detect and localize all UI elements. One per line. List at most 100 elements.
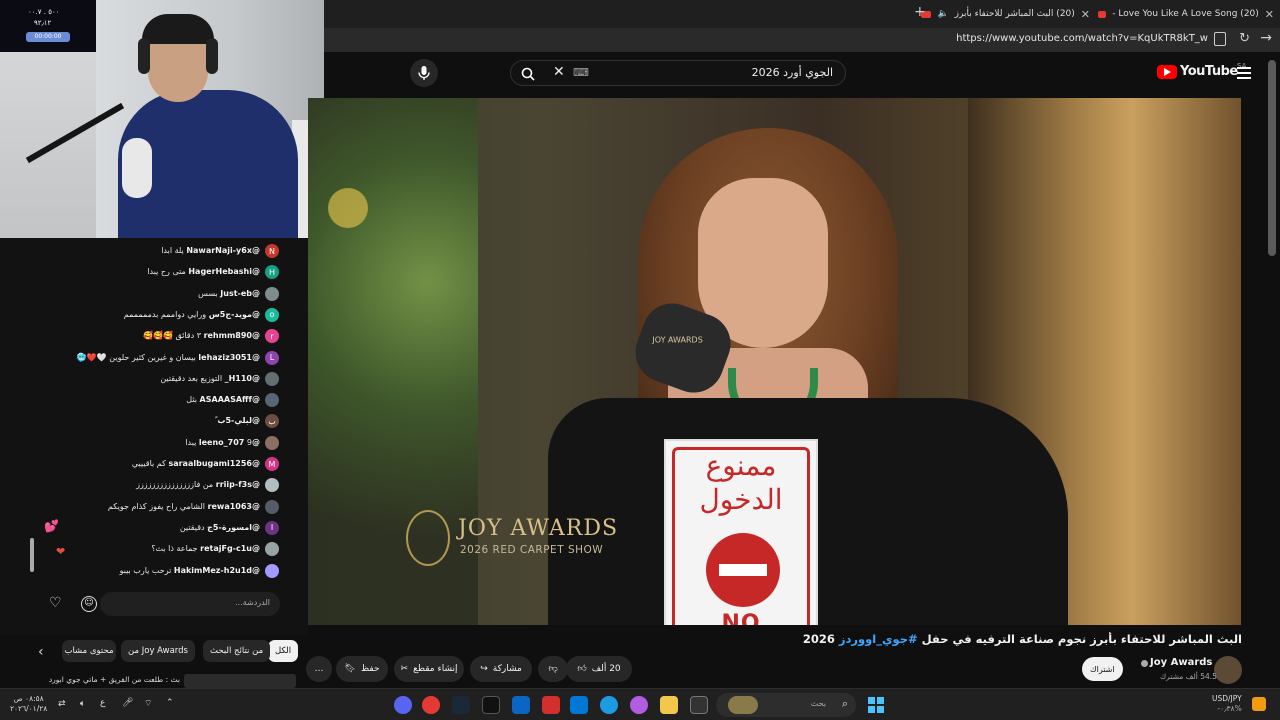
windows-start-icon[interactable]: [868, 697, 884, 713]
search-input[interactable]: الجوي أورد 2026: [752, 66, 833, 79]
emoji-icon[interactable]: ☺: [81, 596, 97, 612]
tab-title: (20) البث المباشر للاحتفاء بأبرز: [954, 9, 1075, 19]
chat-avatar[interactable]: N: [265, 244, 279, 258]
new-tab-button[interactable]: +: [914, 4, 926, 20]
chat-avatar[interactable]: H: [265, 265, 279, 280]
chat-avatar[interactable]: [265, 499, 279, 514]
task-view-icon[interactable]: [690, 696, 708, 714]
chat-username[interactable]: @لبلي-5ب: [217, 416, 260, 425]
language-indicator[interactable]: ع: [100, 698, 105, 708]
chat-avatar[interactable]: [265, 478, 279, 493]
channel-name[interactable]: Joy Awards: [1150, 657, 1212, 668]
chat-avatar[interactable]: I: [265, 520, 279, 535]
mic-flag-label: JOY AWARDS: [652, 335, 703, 345]
file-explorer-icon[interactable]: [660, 696, 678, 714]
chip-all[interactable]: الكل: [268, 640, 299, 662]
keyboard-icon[interactable]: ⌨: [573, 66, 589, 79]
close-tab-icon[interactable]: ✕: [1265, 8, 1274, 21]
share-button[interactable]: مشاركة ↪: [470, 656, 532, 682]
tab-title: (20) Love You Like A Love Song -: [1112, 9, 1259, 19]
store-icon[interactable]: [570, 696, 588, 714]
title-hashtag-link[interactable]: #جوي_اووردز: [839, 632, 918, 646]
chip-joy-awards[interactable]: من Joy Awards: [121, 640, 195, 662]
chat-avatar[interactable]: M: [265, 457, 279, 471]
copilot-icon[interactable]: [630, 696, 648, 714]
youtube-wordmark[interactable]: YouTube: [1180, 64, 1238, 79]
speaker-icon[interactable]: 🔈: [937, 9, 948, 19]
tab-inactive[interactable]: ✕ (20) Love You Like A Love Song -: [1098, 3, 1274, 25]
clock[interactable]: ٠٨:٥٨ ص ٢٠٢٦/٠١/٢٨: [10, 694, 47, 714]
chat-avatar[interactable]: o: [265, 307, 279, 322]
chat-avatar[interactable]: [265, 393, 279, 408]
reload-icon[interactable]: ↻: [1239, 31, 1250, 46]
chat-username[interactable]: @امسورة-5ج: [207, 523, 260, 532]
subscribe-button[interactable]: اشتراك: [1082, 657, 1123, 681]
chat-input[interactable]: الدردشة...: [100, 592, 280, 616]
video-player[interactable]: JOY AWARDS JOY AWARDS 2026 RED CARPET SH…: [308, 98, 1241, 625]
reader-icon[interactable]: [1214, 32, 1226, 46]
search-box[interactable]: ✕ ⌨ الجوي أورد 2026: [510, 60, 846, 86]
chip-related[interactable]: محتوى مشاب: [62, 640, 116, 662]
chat-username[interactable]: @NawarNaji-y6x: [186, 246, 260, 255]
mic-tray-icon[interactable]: 🎤︎: [122, 698, 133, 708]
up-next-thumbnail[interactable]: [184, 674, 296, 688]
voice-search-button[interactable]: [410, 59, 438, 87]
volume-icon[interactable]: 🔈︎: [80, 699, 85, 709]
dislike-button[interactable]: 👎︎: [538, 656, 568, 682]
chat-message: @ASAAASAfff بثل: [186, 395, 260, 404]
chat-avatar[interactable]: [265, 286, 279, 301]
outlook-icon[interactable]: [512, 696, 530, 714]
address-bar[interactable]: https://www.youtube.com/watch?v=KqUkTR8k…: [324, 28, 1280, 52]
chat-username[interactable]: @retajFg-c1u: [200, 544, 260, 553]
chat-avatar[interactable]: [265, 435, 279, 450]
chat-avatar[interactable]: [265, 371, 279, 386]
chat-username[interactable]: @lehaziz3051: [198, 353, 260, 362]
taskbar-search[interactable]: بحث ⌕: [716, 693, 856, 717]
chat-username[interactable]: @rriip-f3s: [216, 480, 260, 489]
clip-button[interactable]: إنشاء مقطع ✂: [394, 656, 464, 682]
clear-search-icon[interactable]: ✕: [553, 64, 565, 80]
like-button[interactable]: 20 ألف 👍︎: [566, 656, 632, 682]
chat-avatar[interactable]: [265, 563, 279, 578]
youtube-logo-icon[interactable]: [1157, 65, 1177, 79]
heart-icon[interactable]: ♡: [49, 595, 62, 611]
gift-icon[interactable]: [542, 696, 560, 714]
chat-avatar[interactable]: r: [265, 329, 279, 344]
edge-icon[interactable]: [600, 696, 618, 714]
widget-icon[interactable]: [1252, 697, 1266, 711]
chevron-left-icon[interactable]: ‹: [38, 644, 44, 660]
chat-avatar[interactable]: [265, 542, 279, 557]
chip-from-search[interactable]: من نتائج البحث: [203, 640, 271, 662]
chat-username[interactable]: @Just-eb: [220, 289, 260, 298]
close-tab-icon[interactable]: ✕: [1081, 8, 1090, 21]
channel-avatar[interactable]: [1214, 656, 1242, 684]
forward-icon[interactable]: →: [1260, 30, 1272, 46]
capcut-icon[interactable]: [482, 696, 500, 714]
hamburger-menu-icon[interactable]: [1237, 67, 1251, 79]
chat-username[interactable]: @مويد-ج5س: [209, 310, 260, 319]
more-actions-button[interactable]: …: [306, 656, 332, 682]
chat-username[interactable]: @rehmm890: [204, 331, 260, 340]
chat-avatar[interactable]: ب: [265, 414, 279, 429]
save-button[interactable]: حفظ 🔖︎: [336, 656, 388, 682]
chat-avatar[interactable]: L: [265, 350, 279, 365]
network-icon[interactable]: ⇄: [58, 699, 66, 709]
chat-username[interactable]: @saraalbugami1256: [168, 459, 260, 468]
chat-username[interactable]: @H110_: [225, 374, 260, 383]
wifi-icon[interactable]: ⌔: [144, 698, 152, 709]
page-scrollbar[interactable]: [1268, 60, 1276, 256]
chat-username[interactable]: @HagerHebashi: [188, 267, 260, 276]
chevron-up-icon[interactable]: ⌃: [166, 698, 174, 708]
record-icon[interactable]: [422, 696, 440, 714]
chat-username[interactable]: @HakimMez-h2u1d: [174, 566, 260, 575]
up-next-title[interactable]: بث : طلعت من الفريق + ماتي جوي ابورد: [20, 675, 180, 684]
chat-username[interactable]: @rewa1063: [208, 502, 260, 511]
tab-active[interactable]: ✕ (20) البث المباشر للاحتفاء بأبرز 🔈: [910, 3, 1090, 25]
chat-username[interactable]: @ASAAASAfff: [200, 395, 260, 404]
discord-icon[interactable]: [394, 696, 412, 714]
chat-scrollbar[interactable]: [30, 538, 34, 572]
currency-widget[interactable]: USD/JPY -٠٫٣٨%: [1212, 694, 1242, 714]
search-icon[interactable]: [521, 66, 535, 85]
chat-text: من فاززززززززززززززز: [136, 480, 214, 490]
steam-icon[interactable]: [452, 696, 470, 714]
